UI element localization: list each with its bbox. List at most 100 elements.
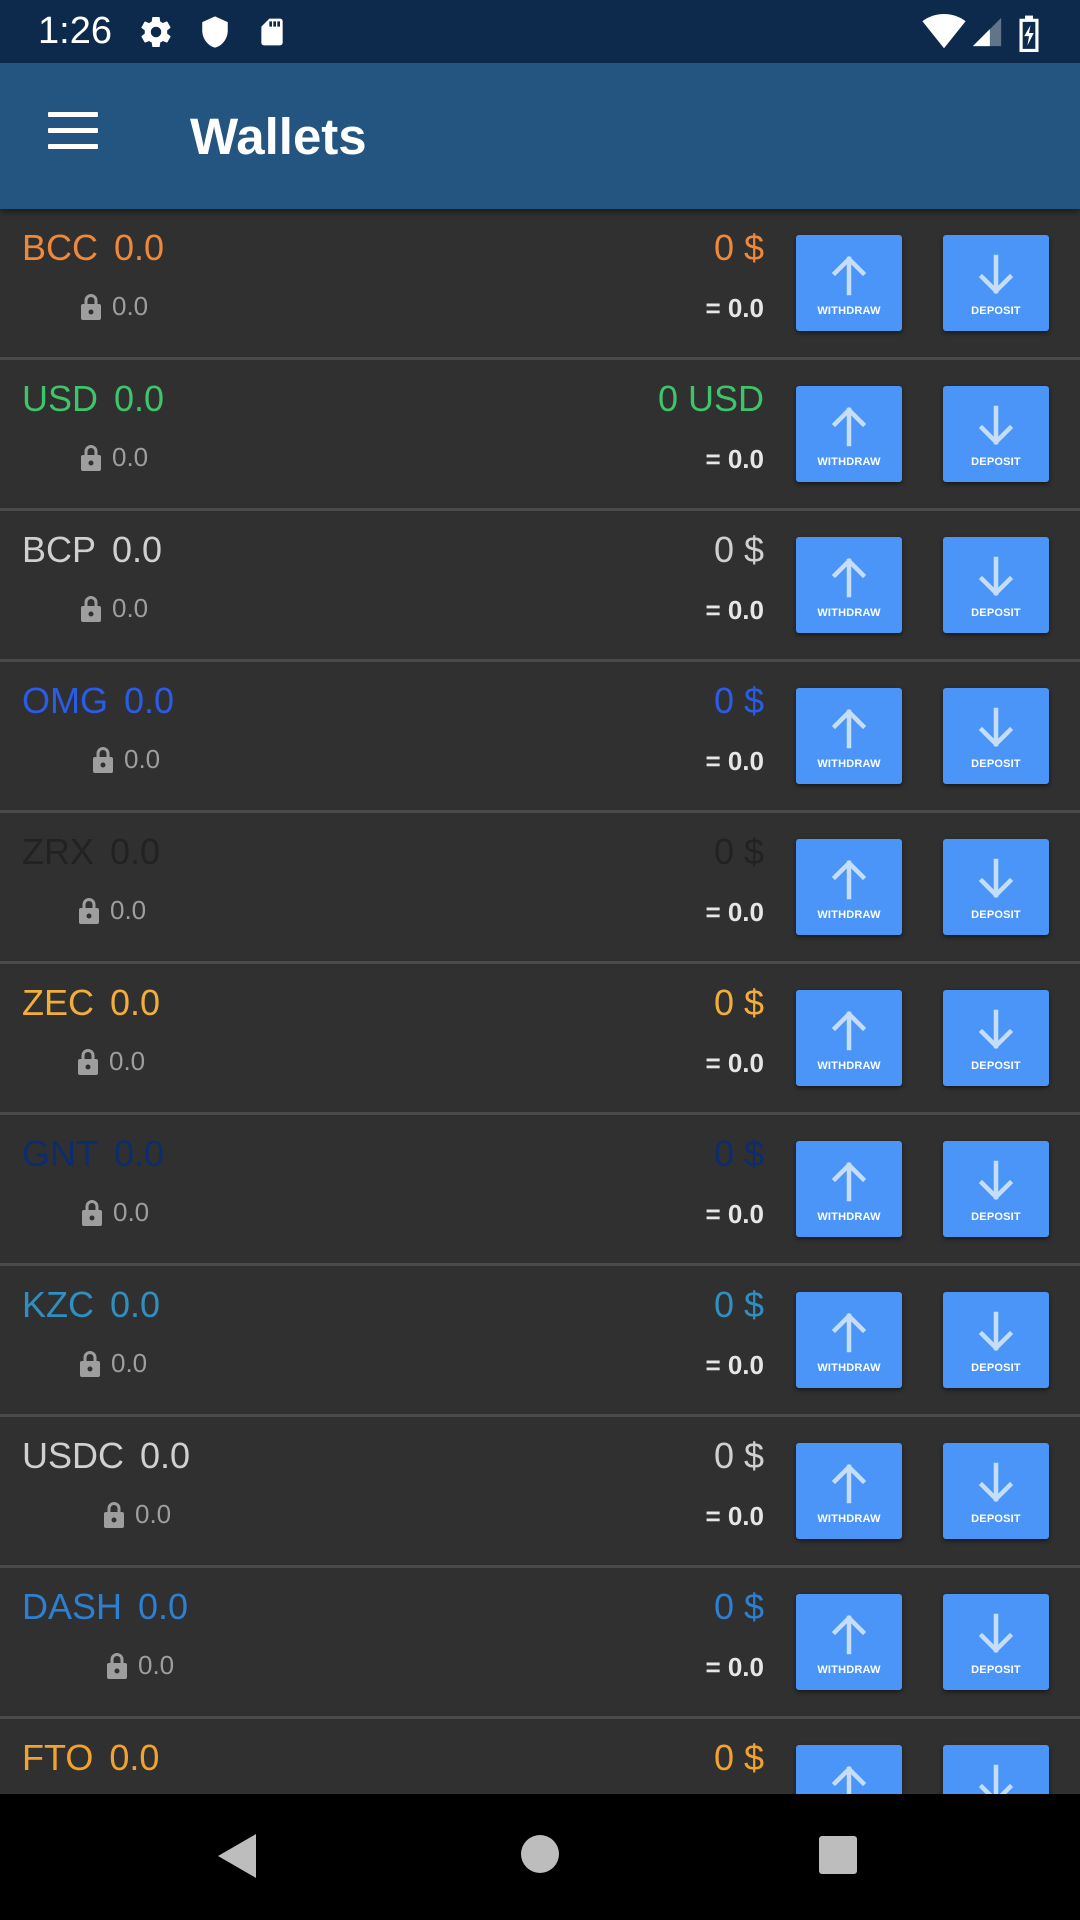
wallet-row-zec[interactable]: ZEC 0.0 0.0 0 $ = 0.0 WITHDRAW DEPOSIT: [0, 964, 1080, 1115]
wallet-fiat-value: 0 $: [713, 1435, 764, 1476]
wallet-row-fto[interactable]: FTO0.00.00 $= 0.0WITHDRAWDEPOSIT: [0, 1719, 1080, 1794]
wallet-row-bcc[interactable]: BCC 0.0 0.0 0 $ = 0.0 WITHDRAW DEPOSIT: [0, 209, 1080, 360]
deposit-label: DEPOSIT: [971, 1513, 1021, 1525]
arrow-up-icon: [825, 990, 873, 1054]
wallet-row-usdc[interactable]: USDC 0.0 0.0 0 $ = 0.0 WITHDRAW DEPOSIT: [0, 1417, 1080, 1568]
wallet-equivalent: = 0.0: [705, 1048, 764, 1078]
wallet-equivalent: = 0.0: [705, 746, 764, 776]
wallet-equivalent: = 0.0: [705, 444, 764, 474]
sd-card-icon: [256, 14, 288, 50]
arrow-down-icon: [972, 839, 1020, 903]
locked-amount: 0.0: [110, 895, 147, 925]
arrow-down-icon: [972, 386, 1020, 450]
arrow-up-icon: [825, 1745, 873, 1794]
deposit-label: DEPOSIT: [971, 1060, 1021, 1072]
withdraw-button[interactable]: WITHDRAW: [796, 1292, 902, 1388]
recents-icon[interactable]: [818, 1835, 858, 1880]
wallet-locked: 0.0: [79, 1348, 147, 1379]
wallet-locked: 0.0: [103, 1499, 171, 1530]
wallet-equivalent: = 0.0: [705, 1350, 764, 1380]
wallet-row-kzc[interactable]: KZC 0.0 0.0 0 $ = 0.0 WITHDRAW DEPOSIT: [0, 1266, 1080, 1417]
wallet-code: BCP: [22, 529, 97, 570]
wallet-fiat-value: 0 $: [713, 1284, 764, 1325]
wallet-fiat-value: 0 USD: [657, 378, 764, 419]
withdraw-label: WITHDRAW: [817, 305, 881, 317]
wallet-locked: 0.0: [81, 1197, 149, 1228]
status-time: 1:26: [38, 10, 112, 52]
deposit-button[interactable]: DEPOSIT: [943, 537, 1049, 633]
deposit-button[interactable]: DEPOSIT: [943, 688, 1049, 784]
withdraw-button[interactable]: WITHDRAW: [796, 386, 902, 482]
wallet-row-gnt[interactable]: GNT 0.0 0.0 0 $ = 0.0 WITHDRAW DEPOSIT: [0, 1115, 1080, 1266]
wallet-locked: 0.0: [80, 593, 148, 624]
wallet-name: ZRX 0.0: [22, 831, 160, 873]
arrow-down-icon: [972, 537, 1020, 601]
wallet-code: FTO: [22, 1737, 94, 1778]
wallet-locked: 0.0: [106, 1650, 174, 1681]
withdraw-button[interactable]: WITHDRAW: [796, 688, 902, 784]
wallet-name: DASH 0.0: [22, 1586, 188, 1628]
lock-icon: [80, 595, 112, 623]
deposit-button[interactable]: DEPOSIT: [943, 1292, 1049, 1388]
wallet-amount: 0.0: [140, 1435, 191, 1476]
wallet-name: USD 0.0: [22, 378, 164, 420]
wallet-fiat-value: 0 $: [713, 680, 764, 721]
withdraw-button[interactable]: WITHDRAW: [796, 1443, 902, 1539]
deposit-label: DEPOSIT: [971, 456, 1021, 468]
wallet-amount: 0.0: [138, 1586, 189, 1627]
withdraw-button[interactable]: WITHDRAW: [796, 1745, 902, 1794]
deposit-button[interactable]: DEPOSIT: [943, 990, 1049, 1086]
lock-icon: [77, 1048, 109, 1076]
deposit-label: DEPOSIT: [971, 607, 1021, 619]
withdraw-button[interactable]: WITHDRAW: [796, 235, 902, 331]
wallet-locked: 0.0: [92, 744, 160, 775]
deposit-button[interactable]: DEPOSIT: [943, 1141, 1049, 1237]
withdraw-button[interactable]: WITHDRAW: [796, 537, 902, 633]
withdraw-button[interactable]: WITHDRAW: [796, 839, 902, 935]
wallet-row-dash[interactable]: DASH 0.0 0.0 0 $ = 0.0 WITHDRAW DEPOSIT: [0, 1568, 1080, 1719]
withdraw-button[interactable]: WITHDRAW: [796, 1594, 902, 1690]
wallet-equivalent: = 0.0: [705, 897, 764, 927]
wallet-amount: 0.0: [110, 1284, 161, 1325]
status-bar: 1:26: [0, 0, 1080, 63]
back-icon[interactable]: [216, 1832, 260, 1885]
wallet-row-bcp[interactable]: BCP 0.0 0.0 0 $ = 0.0 WITHDRAW DEPOSIT: [0, 511, 1080, 662]
withdraw-label: WITHDRAW: [817, 1060, 881, 1072]
wallet-amount: 0.0: [124, 680, 175, 721]
deposit-label: DEPOSIT: [971, 758, 1021, 770]
wallet-row-usd[interactable]: USD 0.0 0.0 0 USD = 0.0 WITHDRAW DEPOSIT: [0, 360, 1080, 511]
arrow-up-icon: [825, 537, 873, 601]
gear-icon: [138, 14, 174, 50]
home-icon[interactable]: [520, 1834, 560, 1879]
deposit-button[interactable]: DEPOSIT: [943, 1443, 1049, 1539]
wallet-fiat-value: 0 $: [713, 831, 764, 872]
locked-amount: 0.0: [112, 593, 149, 623]
wallet-row-omg[interactable]: OMG 0.0 0.0 0 $ = 0.0 WITHDRAW DEPOSIT: [0, 662, 1080, 813]
lock-icon: [106, 1652, 138, 1680]
wallet-code: ZRX: [22, 831, 94, 872]
withdraw-button[interactable]: WITHDRAW: [796, 990, 902, 1086]
withdraw-button[interactable]: WITHDRAW: [796, 1141, 902, 1237]
wallet-code: OMG: [22, 680, 108, 721]
deposit-label: DEPOSIT: [971, 1362, 1021, 1374]
deposit-label: DEPOSIT: [971, 1211, 1021, 1223]
deposit-button[interactable]: DEPOSIT: [943, 235, 1049, 331]
arrow-up-icon: [825, 235, 873, 299]
wallet-equivalent: = 0.0: [705, 293, 764, 323]
wallet-row-zrx[interactable]: ZRX 0.0 0.0 0 $ = 0.0 WITHDRAW DEPOSIT: [0, 813, 1080, 964]
withdraw-label: WITHDRAW: [817, 1664, 881, 1676]
wallet-equivalent: = 0.0: [705, 595, 764, 625]
deposit-button[interactable]: DEPOSIT: [943, 839, 1049, 935]
deposit-button[interactable]: DEPOSIT: [943, 1594, 1049, 1690]
wallet-list[interactable]: BCC 0.0 0.0 0 $ = 0.0 WITHDRAW DEPOSIT USD 0.0 0.…: [0, 209, 1080, 1794]
deposit-button[interactable]: DEPOSIT: [943, 386, 1049, 482]
deposit-button[interactable]: DEPOSIT: [943, 1745, 1049, 1794]
signal-icon: [970, 14, 1004, 50]
locked-amount: 0.0: [135, 1499, 172, 1529]
deposit-label: DEPOSIT: [971, 1664, 1021, 1676]
wallet-locked: 0.0: [77, 1046, 145, 1077]
wallet-fiat-value: 0 $: [713, 1586, 764, 1627]
menu-icon[interactable]: [34, 108, 112, 164]
wallet-name: OMG 0.0: [22, 680, 174, 722]
wallet-amount: 0.0: [110, 831, 161, 872]
